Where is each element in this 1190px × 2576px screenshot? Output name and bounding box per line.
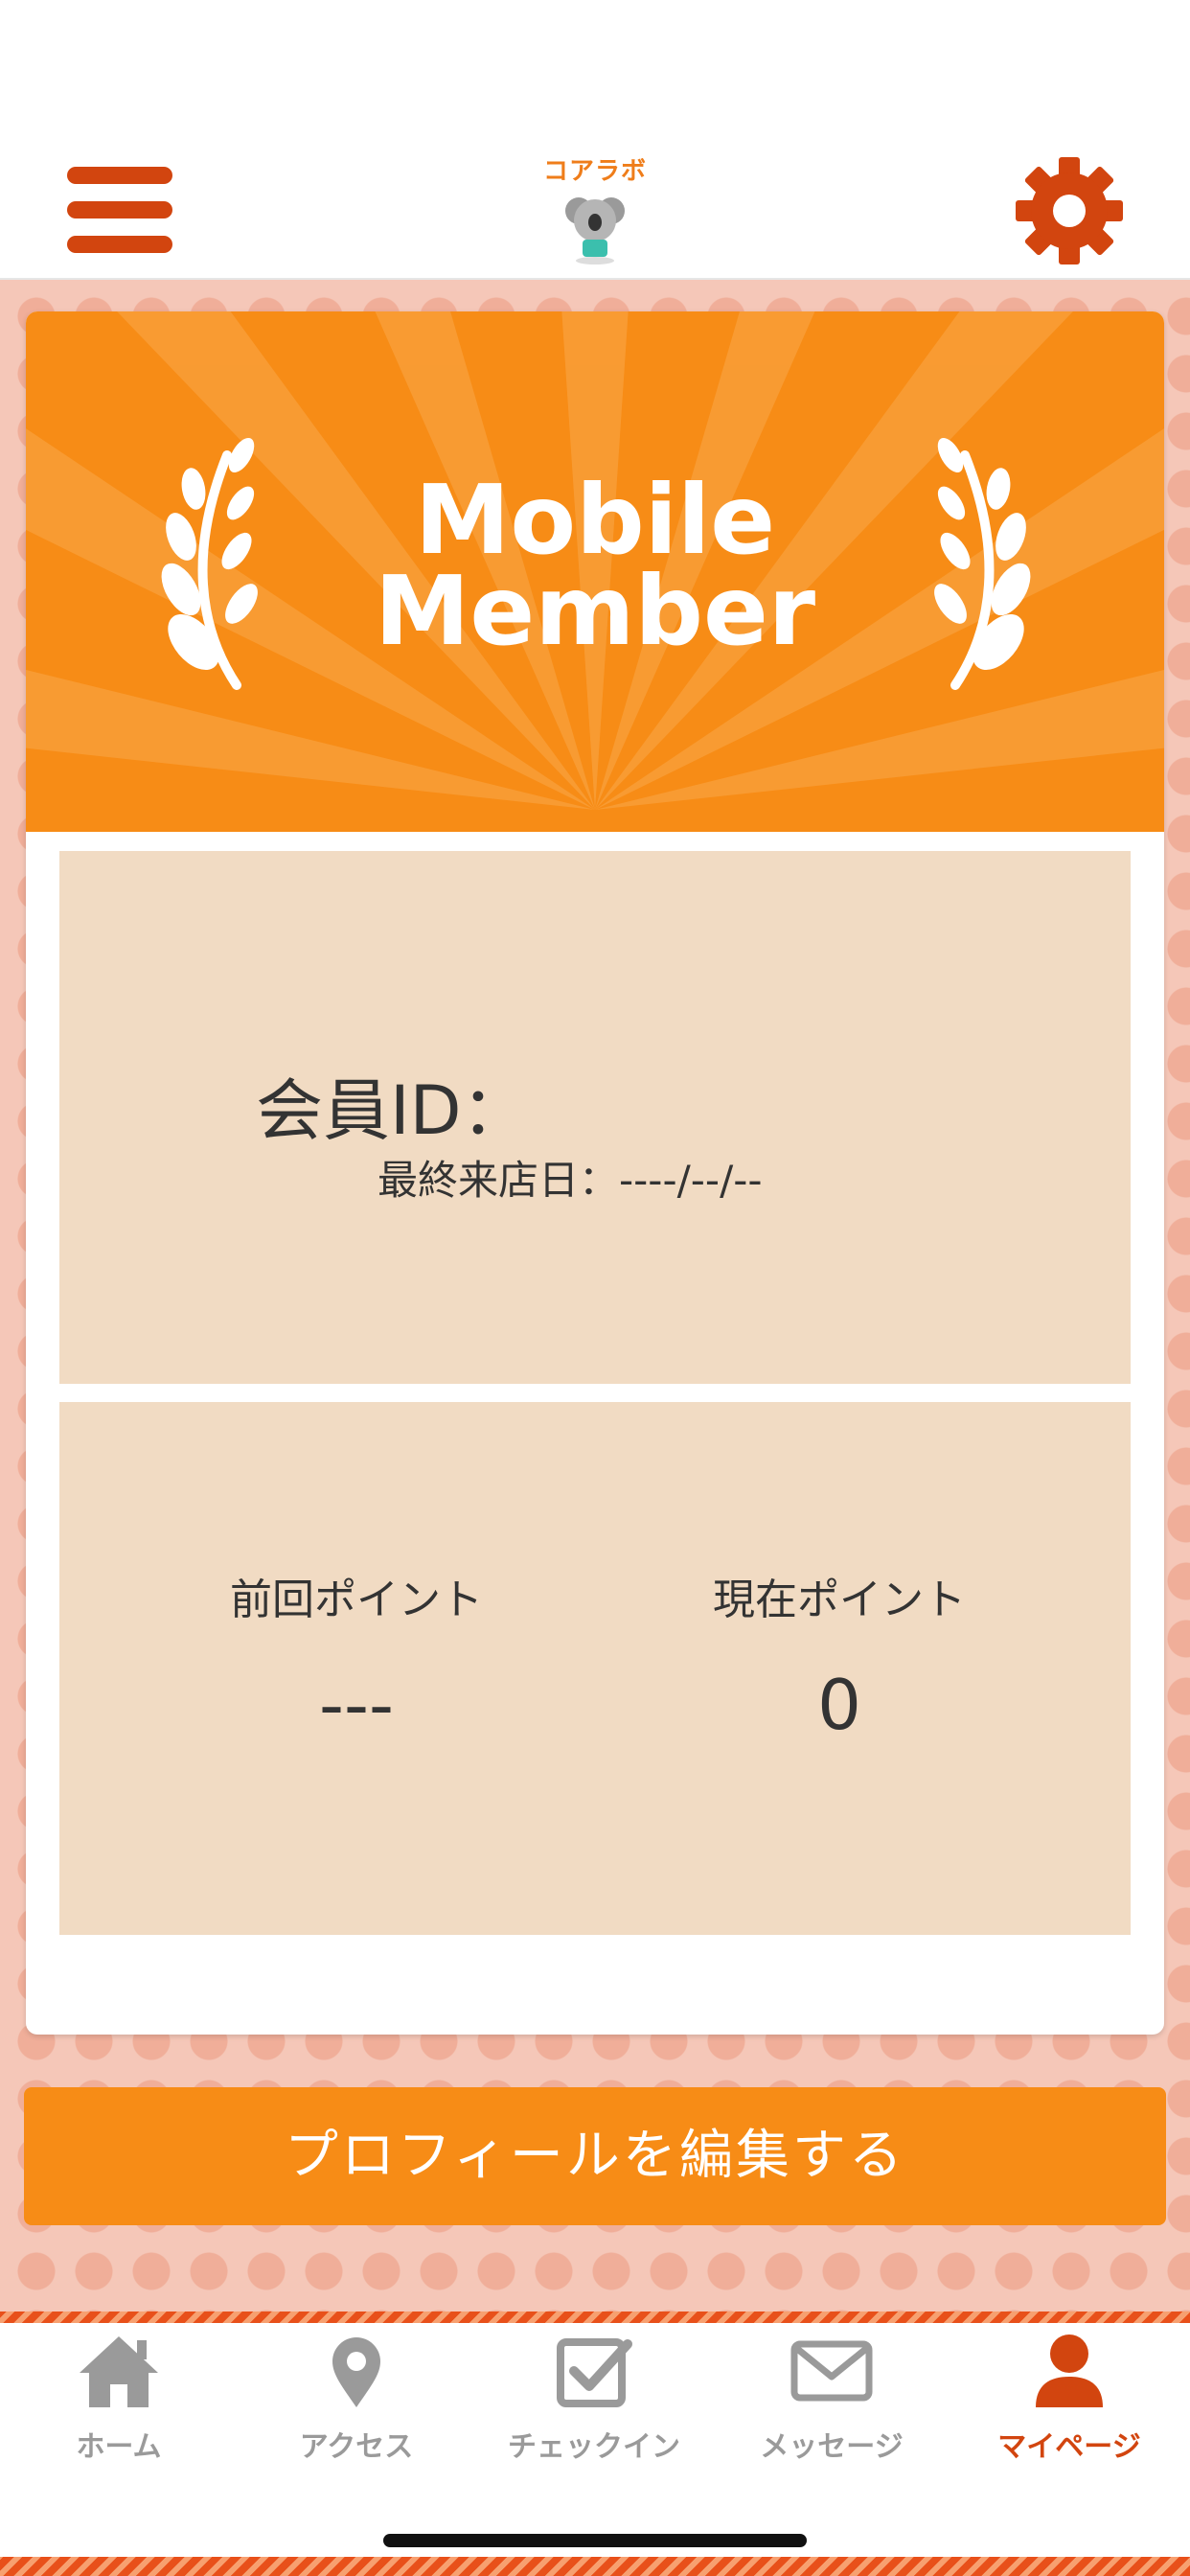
last-visit-date: 最終来店日：----/--/--	[378, 1157, 763, 1204]
checkbox-icon	[557, 2338, 632, 2407]
previous-points: 前回ポイント ---	[155, 1565, 558, 1745]
user-icon	[1036, 2334, 1103, 2407]
member-id-label: 会員ID：	[256, 1071, 529, 1150]
member-id-panel: 会員ID： 最終来店日：----/--/--	[59, 851, 1131, 1384]
member-banner: Mobile Member	[26, 311, 1164, 832]
tab-mypage[interactable]: マイページ	[950, 2333, 1188, 2476]
edit-profile-button[interactable]: プロフィールを編集する	[24, 2087, 1166, 2225]
tabbar-top-stripe	[0, 2312, 1190, 2323]
tab-home[interactable]: ホーム	[0, 2333, 238, 2476]
koala-mascot-icon	[565, 197, 625, 264]
current-points: 現在ポイント 0	[638, 1565, 1041, 1745]
gear-icon[interactable]	[1014, 155, 1125, 266]
app-header: コアラボ	[0, 144, 1190, 280]
tab-message[interactable]: メッセージ	[713, 2333, 950, 2476]
points-panel: 前回ポイント --- 現在ポイント 0	[59, 1402, 1131, 1935]
tab-mypage-label: マイページ	[997, 2430, 1141, 2464]
map-pin-icon	[332, 2337, 380, 2407]
status-bar	[0, 0, 1190, 144]
mail-icon	[790, 2340, 873, 2402]
tab-checkin-label: チェックイン	[508, 2430, 680, 2464]
member-card: Mobile Member 会員ID： 最終来店日：----/--/-- 前回ポ…	[26, 311, 1164, 2035]
home-indicator[interactable]	[383, 2534, 807, 2547]
tab-home-label: ホーム	[76, 2430, 162, 2464]
app-logo[interactable]: コアラボ	[537, 151, 653, 268]
bottom-stripe	[0, 2557, 1190, 2576]
tab-checkin[interactable]: チェックイン	[475, 2333, 713, 2476]
current-points-value: 0	[817, 1665, 861, 1745]
previous-points-value: ---	[319, 1665, 394, 1745]
tab-access[interactable]: アクセス	[238, 2333, 475, 2476]
bottom-tab-bar: ホーム アクセス チェックイン メッセージ マイページ	[0, 2323, 1190, 2557]
home-icon	[80, 2336, 158, 2407]
current-points-label: 現在ポイント	[713, 1576, 966, 1624]
tab-access-label: アクセス	[299, 2430, 414, 2464]
previous-points-label: 前回ポイント	[230, 1576, 483, 1624]
hamburger-menu-icon[interactable]	[67, 165, 172, 256]
tab-message-label: メッセージ	[760, 2430, 904, 2464]
laurel-right-icon	[934, 437, 1031, 690]
